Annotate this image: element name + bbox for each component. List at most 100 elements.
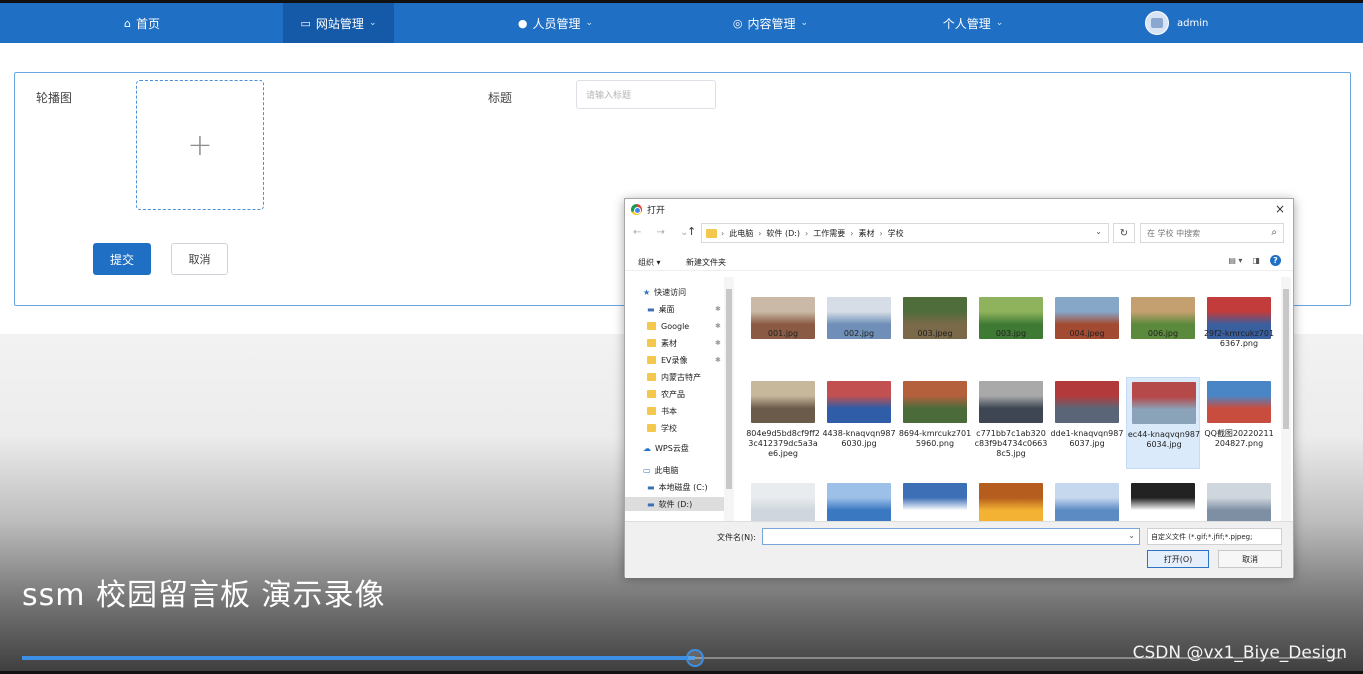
file-item[interactable]	[898, 475, 972, 521]
user-icon: ●	[517, 16, 528, 30]
file-name: 804e9d5bd8cf9ff23c412379dc5a3ae6.jpeg	[746, 429, 820, 458]
file-thumbnail	[1132, 382, 1196, 424]
scroll-thumb[interactable]	[726, 289, 732, 489]
file-thumbnail	[751, 381, 815, 423]
file-thumbnail	[827, 381, 891, 423]
top-navigation: ⌂ 首页 ▭ 网站管理 ⌄ ● 人员管理 ⌄ ◎ 内容管理 ⌄ 个人管理 ⌄ a…	[0, 0, 1363, 43]
file-name: 001.jpg	[767, 329, 799, 338]
file-item[interactable]: 8694-kmrcukz7015960.png	[898, 377, 972, 469]
sidebar-item[interactable]: ☁ WPS云盘	[643, 441, 689, 455]
help-icon[interactable]: ?	[1270, 255, 1281, 266]
separator-icon: ›	[850, 228, 854, 238]
file-item[interactable]: dde1-knaqvqn9876037.jpg	[1050, 377, 1124, 469]
file-item[interactable]: 003.jpg	[974, 277, 1048, 357]
address-bar[interactable]: › 此电脑 › 软件 (D:) › 工作需要 › 素材 › 学校 ⌄	[701, 223, 1109, 243]
breadcrumb-2[interactable]: 工作需要	[813, 228, 845, 239]
sidebar-item-label: EV录像	[661, 355, 688, 365]
chevron-down-icon: ⌄	[995, 18, 1004, 28]
file-item[interactable]	[822, 475, 896, 521]
chrome-icon	[631, 203, 642, 215]
file-item[interactable]: 004.jpeg	[1050, 277, 1124, 357]
drive-icon: ▬	[647, 482, 655, 492]
file-item[interactable]	[1050, 475, 1124, 521]
sidebar-item[interactable]: ▬ 桌面 ✱	[647, 302, 721, 316]
dialog-search-input[interactable]: 在 学校 中搜索 ⌕	[1140, 223, 1284, 243]
file-item[interactable]: 4438-knaqvqn9876030.jpg	[822, 377, 896, 469]
chevron-down-icon[interactable]: ⌄	[1128, 531, 1135, 540]
sidebar-item[interactable]: 书本	[647, 404, 677, 418]
folder-icon	[647, 424, 656, 432]
folder-icon	[647, 339, 656, 347]
pin-icon: ✱	[715, 322, 721, 330]
back-forward-icon[interactable]: ← → ⌄	[633, 227, 695, 238]
file-item[interactable]	[746, 475, 820, 521]
sidebar-item[interactable]: Google ✱	[647, 319, 721, 333]
sidebar-item[interactable]: ★ 快速访问	[643, 285, 686, 299]
preview-pane-icon[interactable]: ◨	[1252, 256, 1260, 265]
file-item[interactable]: 003.jpeg	[898, 277, 972, 357]
file-item[interactable]: 804e9d5bd8cf9ff23c412379dc5a3ae6.jpeg	[746, 377, 820, 469]
cloud-icon: ☁	[643, 443, 651, 453]
navigation-scrollbar[interactable]	[724, 277, 734, 521]
view-controls: ▤ ▾ ◨ ?	[1228, 255, 1281, 266]
scroll-thumb[interactable]	[1283, 289, 1289, 429]
file-item[interactable]: 002.jpg	[822, 277, 896, 357]
file-item[interactable]	[1126, 475, 1200, 521]
nav-people-management[interactable]: ● 人员管理 ⌄	[503, 3, 608, 43]
file-name: dde1-knaqvqn9876037.jpg	[1050, 429, 1124, 448]
new-folder-button[interactable]: 新建文件夹	[686, 257, 726, 268]
nav-home[interactable]: ⌂ 首页	[92, 3, 192, 43]
user-menu[interactable]: admin	[1145, 3, 1225, 43]
sidebar-item[interactable]: ▭ 此电脑	[643, 463, 679, 477]
sidebar-item-label: 快速访问	[654, 287, 687, 297]
close-icon[interactable]: ×	[1275, 202, 1285, 216]
breadcrumb-1[interactable]: 软件 (D:)	[766, 228, 800, 239]
file-item[interactable]: 001.jpg	[746, 277, 820, 357]
chevron-down-icon: ⌄	[800, 18, 809, 28]
drive-icon: ▬	[647, 499, 655, 509]
file-name: 003.jpg	[995, 329, 1027, 338]
filename-input[interactable]: ⌄	[762, 528, 1140, 545]
chevron-down-icon: ⌄	[368, 18, 377, 28]
file-item[interactable]: ec44-knaqvqn9876034.jpg	[1126, 377, 1200, 469]
chevron-down-icon[interactable]: ⌄	[1095, 227, 1102, 236]
up-arrow-icon[interactable]: ↑	[687, 225, 696, 238]
open-button[interactable]: 打开(O)	[1147, 550, 1209, 568]
view-mode-icon[interactable]: ▤ ▾	[1228, 256, 1242, 265]
breadcrumb-0[interactable]: 此电脑	[729, 228, 753, 239]
carousel-label: 轮播图	[36, 91, 73, 105]
breadcrumb-3[interactable]: 素材	[858, 228, 874, 239]
image-upload[interactable]: +	[136, 80, 264, 210]
file-type-select[interactable]: 自定义文件 (*.gif;*.jfif;*.pjpeg;	[1147, 528, 1282, 545]
sidebar-item-label: 此电脑	[654, 465, 679, 475]
sidebar-item[interactable]: EV录像 ✱	[647, 353, 721, 367]
pin-icon: ✱	[715, 339, 721, 347]
title-placeholder: 请输入标题	[586, 91, 632, 101]
file-item[interactable]	[1202, 475, 1276, 521]
dialog-cancel-button[interactable]: 取消	[1218, 550, 1282, 568]
submit-button[interactable]: 提交	[93, 243, 151, 275]
nav-site-management[interactable]: ▭ 网站管理 ⌄	[283, 3, 394, 43]
file-item[interactable]: QQ截图20220211204827.png	[1202, 377, 1276, 469]
sidebar-item[interactable]: 内蒙古特产	[647, 370, 701, 384]
file-item[interactable]: c771bb7c1ab320c83f9b4734c06638c5.jpg	[974, 377, 1048, 469]
file-grid-scrollbar[interactable]	[1281, 277, 1291, 521]
file-item[interactable]	[974, 475, 1048, 521]
sidebar-item[interactable]: 学校	[647, 421, 677, 435]
refresh-icon[interactable]: ↻	[1113, 223, 1135, 243]
desktop-icon: ▬	[647, 304, 655, 314]
file-item[interactable]: 006.jpg	[1126, 277, 1200, 357]
folder-icon	[647, 373, 656, 381]
nav-content-management[interactable]: ◎ 内容管理 ⌄	[718, 3, 823, 43]
title-input[interactable]: 请输入标题	[576, 80, 716, 109]
sidebar-item[interactable]: 农产品	[647, 387, 685, 401]
sidebar-item[interactable]: ▬ 本地磁盘 (C:)	[647, 480, 708, 494]
sidebar-item[interactable]: ▬ 软件 (D:)	[625, 497, 729, 511]
nav-personal-management[interactable]: 个人管理 ⌄	[928, 3, 1018, 43]
breadcrumb-4[interactable]: 学校	[888, 228, 904, 239]
organize-menu[interactable]: 组织 ▾	[638, 257, 661, 268]
title-label: 标题	[488, 91, 513, 105]
cancel-button[interactable]: 取消	[171, 243, 228, 275]
sidebar-item[interactable]: 素材 ✱	[647, 336, 721, 350]
file-item[interactable]: 29f2-kmrcukz7016367.png	[1202, 277, 1276, 357]
